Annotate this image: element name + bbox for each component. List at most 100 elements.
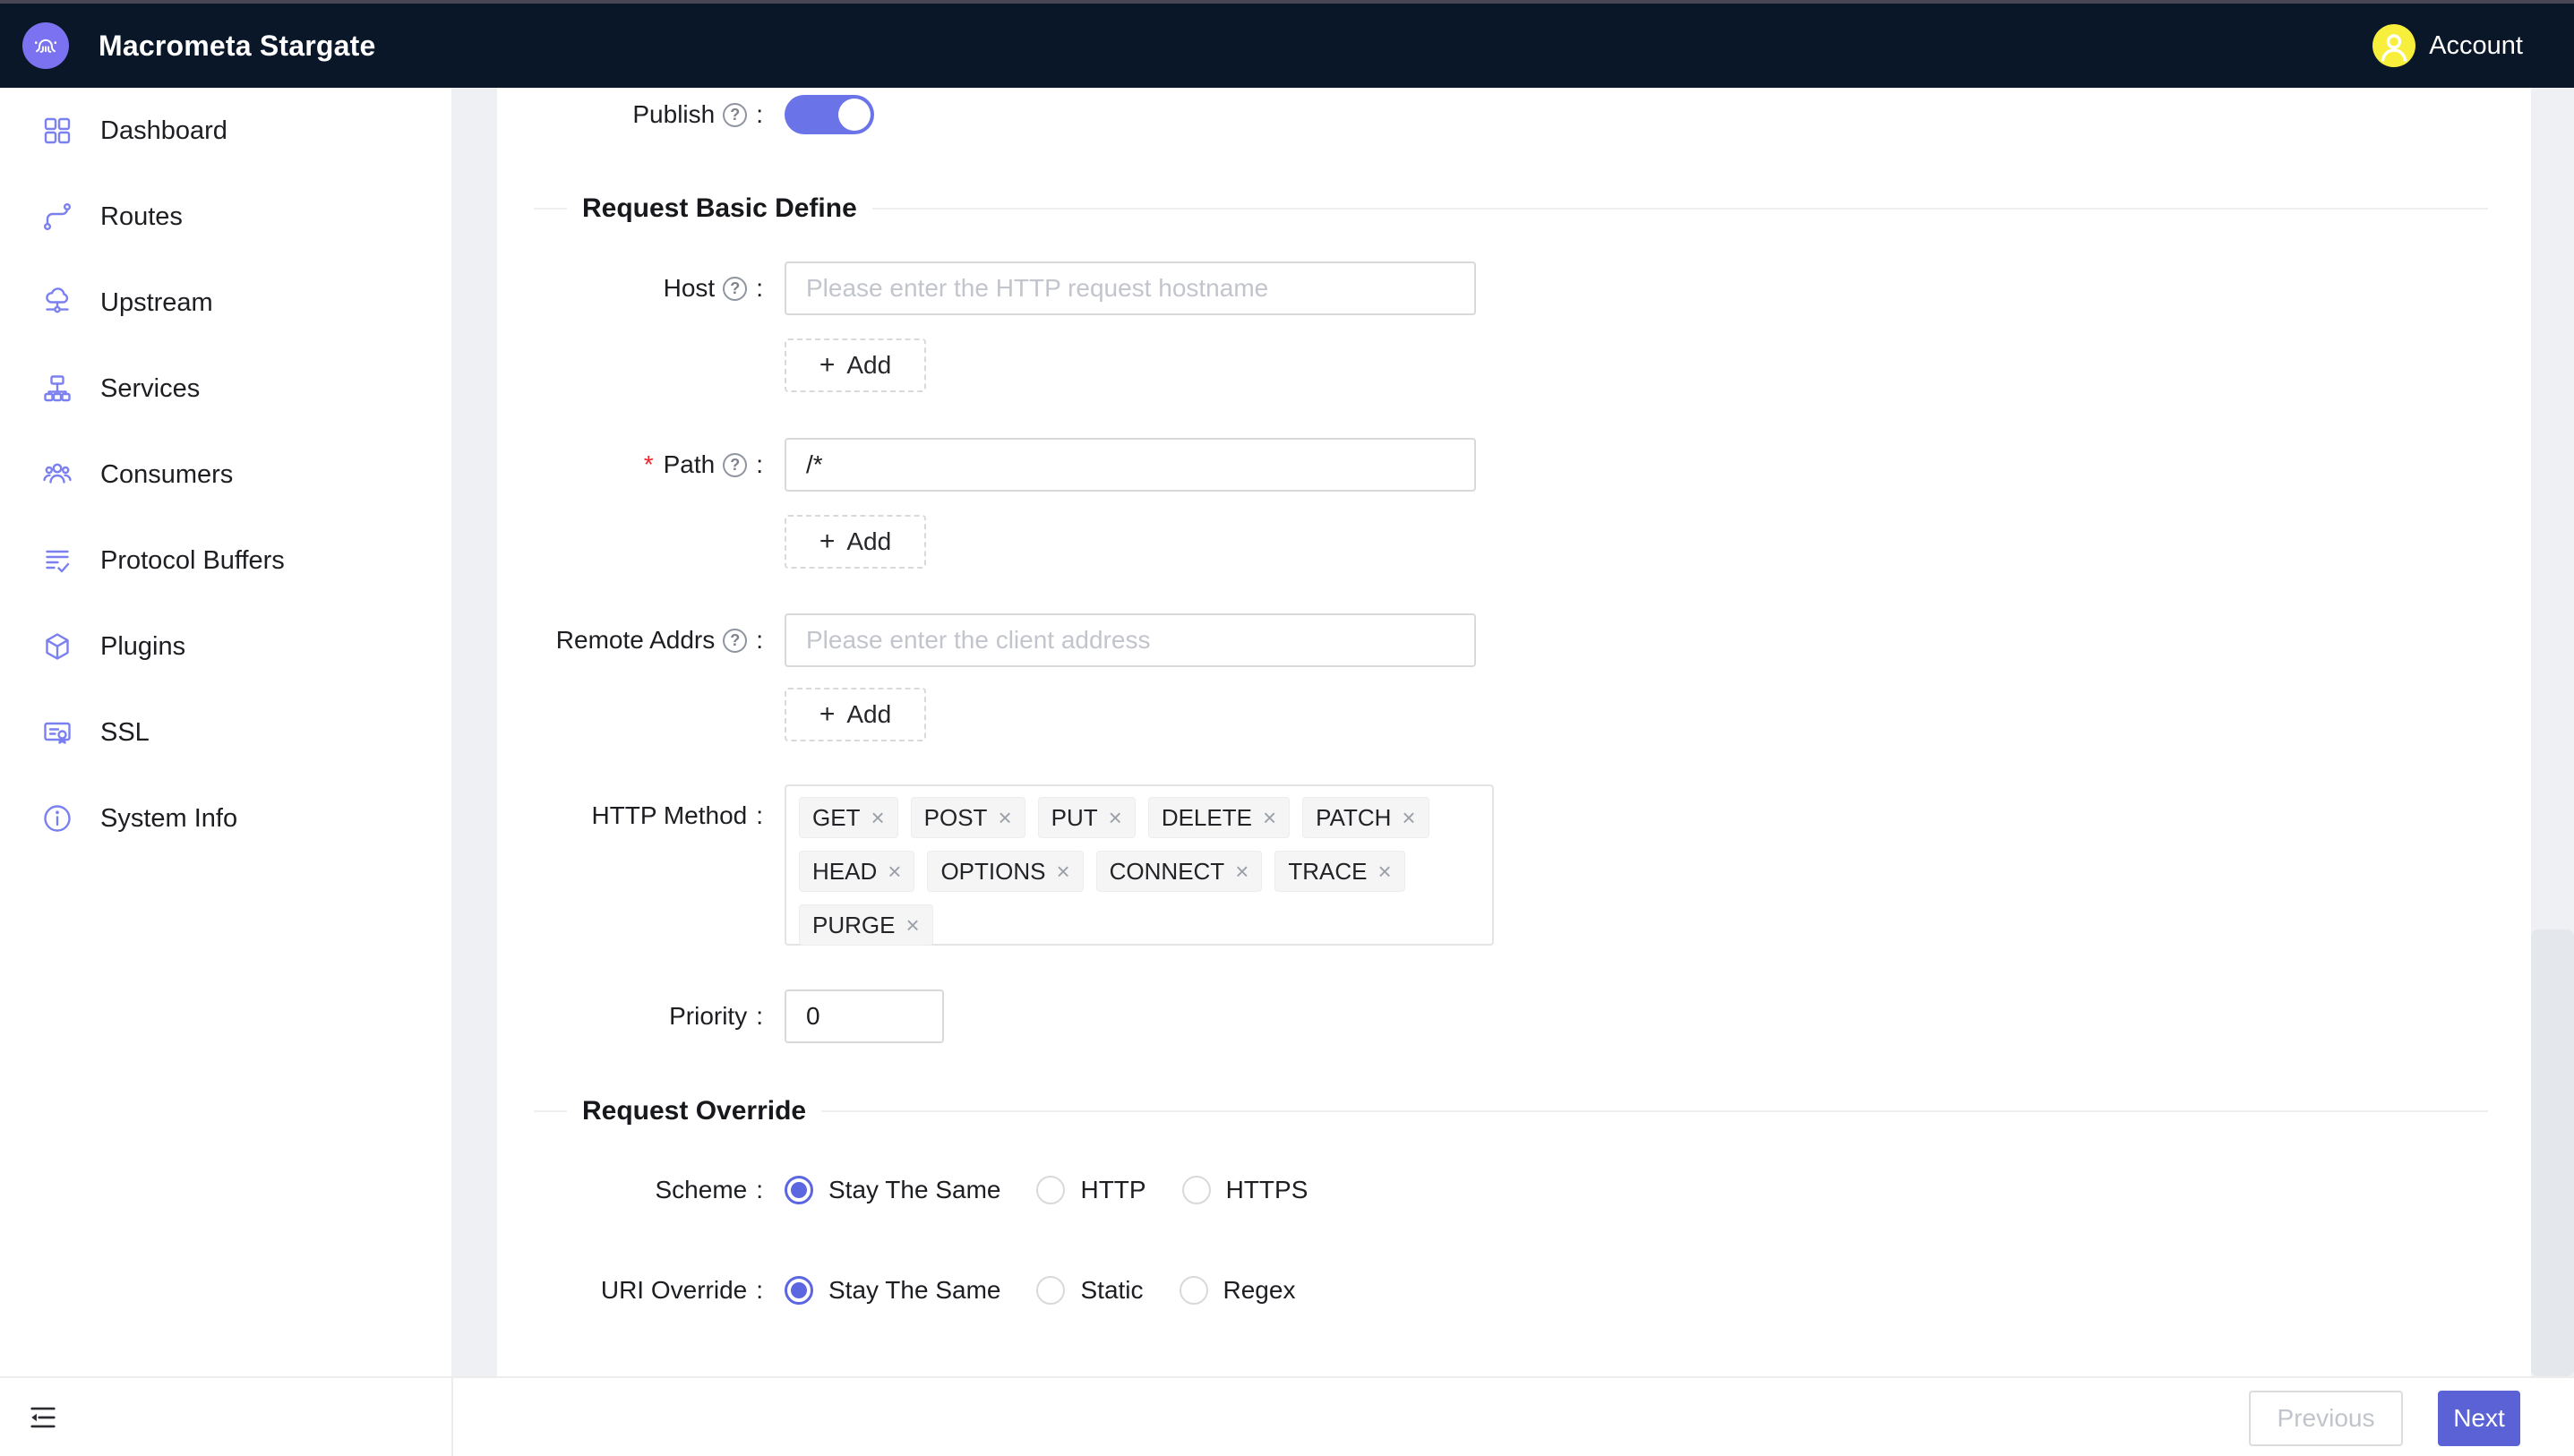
scrollbar-thumb[interactable] bbox=[2531, 929, 2574, 1376]
app-logo[interactable] bbox=[22, 22, 69, 69]
sidebar-item-services[interactable]: Services bbox=[0, 346, 451, 432]
sidebar-collapse-button[interactable] bbox=[27, 1401, 59, 1434]
radio-unselected-icon[interactable] bbox=[1180, 1276, 1208, 1305]
next-button[interactable]: Next bbox=[2438, 1391, 2520, 1446]
radio-selected-icon[interactable] bbox=[785, 1176, 813, 1204]
sidebar-item-label: Dashboard bbox=[100, 116, 227, 146]
sidebar-item-dashboard[interactable]: Dashboard bbox=[0, 88, 451, 174]
radio-option[interactable]: Stay The Same bbox=[785, 1276, 1000, 1305]
question-circle-icon[interactable] bbox=[723, 103, 747, 127]
label-colon: : bbox=[756, 1276, 763, 1305]
close-icon[interactable] bbox=[871, 806, 884, 829]
add-button-label: Add bbox=[846, 700, 891, 729]
sidebar-item-label: Routes bbox=[100, 202, 183, 232]
publish-label-text: Publish bbox=[632, 100, 715, 129]
radio-selected-icon[interactable] bbox=[785, 1276, 813, 1305]
http-method-tag: PATCH bbox=[1302, 797, 1429, 838]
route-form: Publish : Request Basic Define Host : Ad… bbox=[497, 88, 2531, 1376]
http-method-tag: TRACE bbox=[1274, 851, 1404, 892]
list-check-icon bbox=[41, 544, 73, 577]
sidebar-item-plugins[interactable]: Plugins bbox=[0, 604, 451, 689]
priority-label: Priority : bbox=[497, 1002, 763, 1031]
sidebar-item-ssl[interactable]: SSL bbox=[0, 689, 451, 775]
label-colon: : bbox=[756, 626, 763, 655]
close-icon[interactable] bbox=[1378, 860, 1392, 883]
close-icon[interactable] bbox=[1263, 806, 1276, 829]
sidebar-item-upstream[interactable]: Upstream bbox=[0, 260, 451, 346]
radio-option[interactable]: Stay The Same bbox=[785, 1176, 1000, 1204]
required-mark: * bbox=[644, 450, 654, 479]
tag-label: GET bbox=[812, 804, 860, 832]
sidebar-item-label: Services bbox=[100, 374, 200, 404]
footer-divider bbox=[451, 1378, 453, 1456]
close-icon[interactable] bbox=[1235, 860, 1248, 883]
question-circle-icon[interactable] bbox=[723, 453, 747, 477]
radio-unselected-icon[interactable] bbox=[1036, 1176, 1065, 1204]
section-divider-override: Request Override bbox=[534, 1084, 2488, 1138]
tag-label: DELETE bbox=[1162, 804, 1252, 832]
route-icon bbox=[41, 201, 73, 233]
sidebar-item-label: Protocol Buffers bbox=[100, 546, 285, 576]
tag-label: HEAD bbox=[812, 858, 877, 886]
uri-override-label-text: URI Override bbox=[601, 1276, 747, 1305]
http-method-tag: POST bbox=[911, 797, 1025, 838]
question-circle-icon[interactable] bbox=[723, 277, 747, 301]
user-icon bbox=[2372, 24, 2415, 67]
publish-row: Publish : bbox=[497, 88, 874, 141]
scheme-label-text: Scheme bbox=[656, 1176, 748, 1204]
package-icon bbox=[41, 630, 73, 663]
radio-option[interactable]: Static bbox=[1036, 1276, 1143, 1305]
octopus-icon bbox=[28, 28, 64, 64]
sidebar-item-protocol-buffers[interactable]: Protocol Buffers bbox=[0, 518, 451, 604]
priority-input[interactable] bbox=[785, 989, 944, 1043]
path-input[interactable] bbox=[785, 438, 1476, 492]
close-icon[interactable] bbox=[998, 806, 1011, 829]
plus-icon bbox=[819, 528, 836, 555]
radio-option-label: Static bbox=[1080, 1276, 1143, 1305]
account-menu[interactable]: Account bbox=[2372, 24, 2523, 67]
sidebar-item-routes[interactable]: Routes bbox=[0, 174, 451, 260]
divider-line bbox=[534, 1110, 567, 1112]
close-icon[interactable] bbox=[1402, 806, 1415, 829]
path-add-button[interactable]: Add bbox=[785, 515, 926, 569]
sidebar-item-system-info[interactable]: System Info bbox=[0, 775, 451, 861]
radio-unselected-icon[interactable] bbox=[1182, 1176, 1211, 1204]
question-circle-icon[interactable] bbox=[723, 629, 747, 653]
menu-fold-icon bbox=[28, 1402, 58, 1433]
scrollbar-track bbox=[2531, 88, 2574, 1376]
app-header: Macrometa Stargate Account bbox=[0, 4, 2574, 88]
close-icon[interactable] bbox=[1109, 806, 1122, 829]
radio-option[interactable]: HTTPS bbox=[1182, 1176, 1308, 1204]
tag-label: TRACE bbox=[1288, 858, 1367, 886]
close-icon[interactable] bbox=[905, 913, 919, 937]
publish-toggle[interactable] bbox=[785, 95, 874, 134]
radio-option[interactable]: HTTP bbox=[1036, 1176, 1145, 1204]
previous-button[interactable]: Previous bbox=[2249, 1391, 2403, 1446]
uri-override-radio-group: Stay The Same Static Regex bbox=[785, 1276, 1295, 1305]
section-title-basic: Request Basic Define bbox=[567, 193, 872, 224]
label-colon: : bbox=[756, 1176, 763, 1204]
radio-option[interactable]: Regex bbox=[1180, 1276, 1296, 1305]
add-button-label: Add bbox=[846, 527, 891, 556]
http-method-label-row: HTTP Method : bbox=[497, 796, 763, 835]
http-method-select[interactable]: GETPOSTPUTDELETEPATCHHEADOPTIONSCONNECTT… bbox=[785, 784, 1494, 946]
label-colon: : bbox=[756, 100, 763, 129]
close-icon[interactable] bbox=[888, 860, 901, 883]
sidebar-item-consumers[interactable]: Consumers bbox=[0, 432, 451, 518]
close-icon[interactable] bbox=[1056, 860, 1069, 883]
http-method-tag: OPTIONS bbox=[927, 851, 1083, 892]
host-add-button[interactable]: Add bbox=[785, 338, 926, 392]
radio-unselected-icon[interactable] bbox=[1036, 1276, 1065, 1305]
remote-addrs-input[interactable] bbox=[785, 613, 1476, 667]
sidebar-item-label: Upstream bbox=[100, 288, 213, 318]
cloud-node-icon bbox=[41, 287, 73, 319]
host-input[interactable] bbox=[785, 261, 1476, 315]
publish-label: Publish : bbox=[497, 100, 763, 129]
http-method-tag: PUT bbox=[1038, 797, 1136, 838]
radio-option-label: Regex bbox=[1223, 1276, 1296, 1305]
sidebar-item-label: Plugins bbox=[100, 632, 185, 662]
remote-addrs-add-button[interactable]: Add bbox=[785, 688, 926, 741]
section-divider-basic: Request Basic Define bbox=[534, 182, 2488, 236]
info-circle-icon bbox=[41, 802, 73, 835]
radio-option-label: HTTPS bbox=[1226, 1176, 1308, 1204]
